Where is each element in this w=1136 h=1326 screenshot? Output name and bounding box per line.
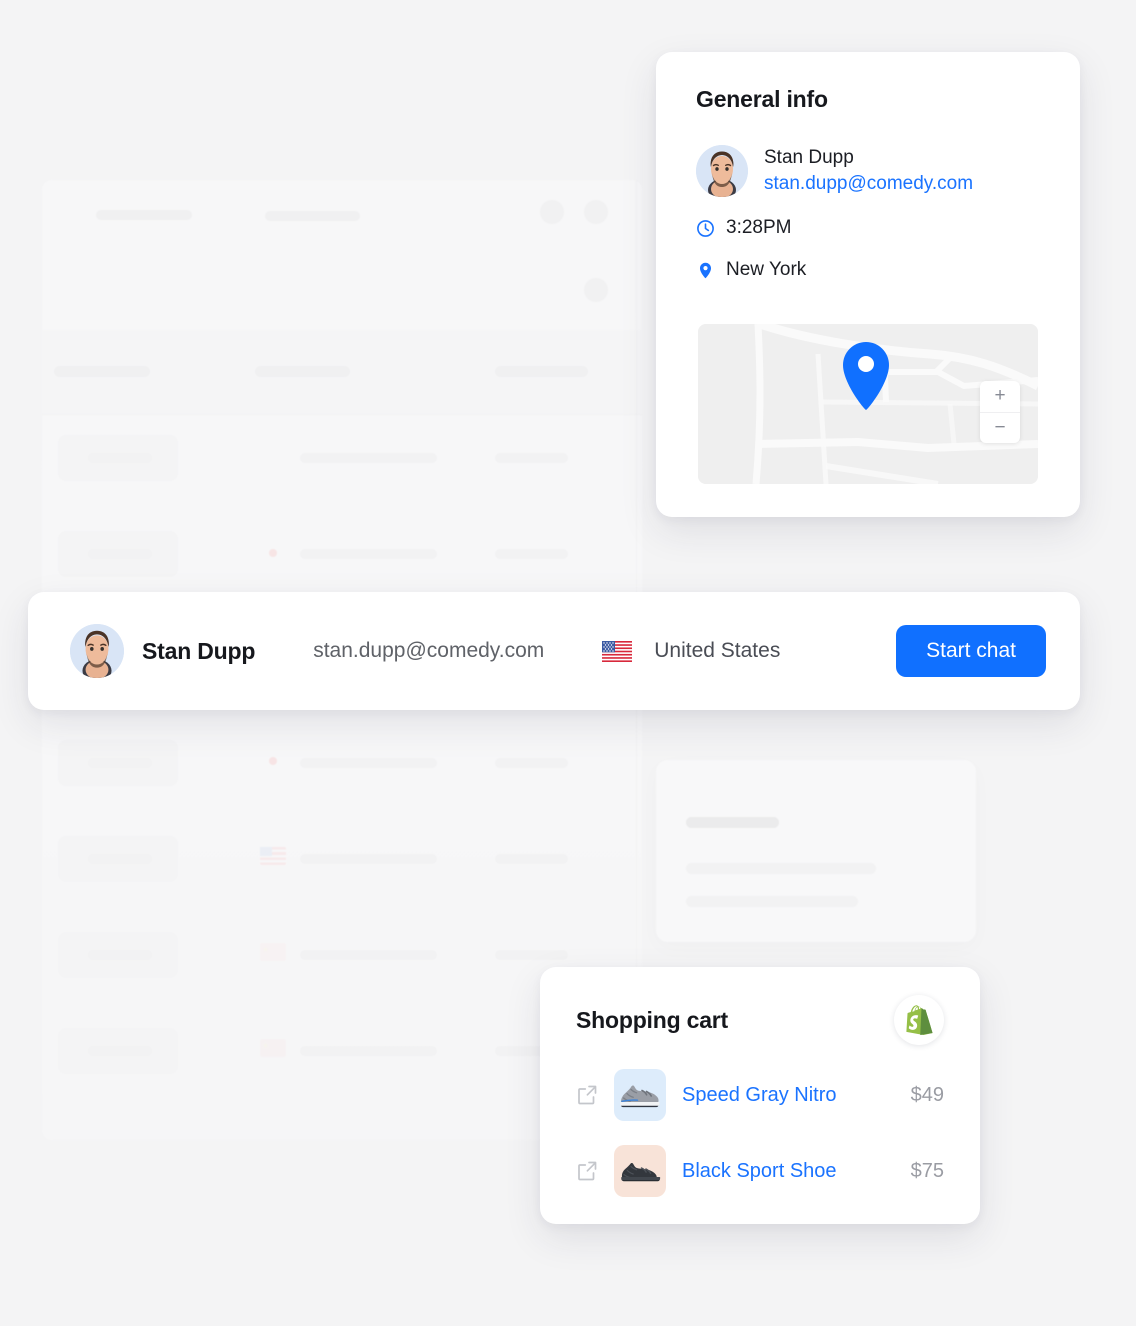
shopping-cart-header: Shopping cart [576, 995, 944, 1045]
product-name-link[interactable]: Black Sport Shoe [682, 1160, 837, 1183]
skeleton-chip [58, 531, 178, 577]
local-time-row: 3:28PM [696, 217, 1040, 239]
list-item[interactable]: Speed Gray Nitro $49 [576, 1069, 944, 1121]
shopping-cart-title: Shopping cart [576, 1006, 729, 1033]
skeleton-row-divider [42, 414, 642, 415]
skeleton-chip [58, 740, 178, 786]
skeleton-bar [300, 453, 437, 463]
flag-united-states-icon [260, 847, 286, 865]
skeleton-bar [265, 211, 360, 221]
skeleton-bar [300, 1046, 437, 1056]
skeleton-bar [686, 863, 876, 874]
flag-china-icon [260, 1037, 286, 1057]
local-time-value: 3:28PM [726, 217, 792, 238]
map-pin-marker [843, 342, 889, 410]
sneaker-gray-icon [614, 1069, 666, 1121]
user-name: Stan Dupp [142, 637, 256, 664]
shopify-logo-icon [894, 995, 944, 1045]
shopping-cart-card: Shopping cart Speed Gray Nitro $49 Black… [540, 967, 980, 1224]
skeleton-dot [584, 278, 608, 302]
skeleton-bar [686, 817, 779, 828]
skeleton-bar [300, 950, 437, 960]
user-email: stan.dupp@comedy.com [313, 639, 545, 662]
person-email-link[interactable]: stan.dupp@comedy.com [764, 171, 973, 197]
user-country: United States [654, 639, 781, 662]
product-price: $49 [910, 1083, 944, 1106]
page-title: General info [696, 86, 828, 112]
skeleton-bar [88, 950, 152, 960]
avatar [696, 145, 748, 197]
flag-japan-icon [260, 544, 286, 562]
person-name: Stan Dupp [764, 147, 854, 169]
skeleton-dot [584, 200, 608, 224]
map-zoom-in-button[interactable]: + [980, 381, 1020, 413]
skeleton-bar [88, 1046, 152, 1056]
flag-china-icon [260, 941, 286, 961]
map-pin-icon [696, 261, 715, 280]
skeleton-bar [88, 549, 152, 559]
start-chat-button[interactable]: Start chat [896, 625, 1046, 677]
skeleton-bar [495, 453, 568, 463]
skeleton-bar [255, 366, 350, 377]
skeleton-chip [58, 836, 178, 882]
skeleton-bar [88, 758, 152, 768]
skeleton-bar [300, 758, 437, 768]
skeleton-bar [300, 854, 437, 864]
map-zoom-controls[interactable]: + − [980, 381, 1020, 443]
skeleton-bar [495, 366, 588, 377]
skeleton-dot [540, 200, 564, 224]
flag-united-states-icon [602, 640, 633, 662]
screen: General info Stan Dupp stan.dupp@comedy. [0, 0, 1136, 1326]
skeleton-chip [58, 435, 178, 481]
person-summary: Stan Dupp stan.dupp@comedy.com [696, 145, 1040, 197]
skeleton-bar [88, 453, 152, 463]
skeleton-table-header [42, 330, 642, 414]
avatar [70, 624, 124, 678]
product-name-link[interactable]: Speed Gray Nitro [682, 1084, 837, 1107]
skeleton-chip [58, 1028, 178, 1074]
list-item[interactable]: Black Sport Shoe $75 [576, 1145, 944, 1197]
skeleton-bar [495, 950, 568, 960]
skeleton-bar [300, 549, 437, 559]
skeleton-detail-card [656, 760, 976, 942]
map-zoom-out-button[interactable]: − [980, 413, 1020, 444]
flag-japan-icon [260, 752, 286, 770]
user-summary-bar: Stan Dupp stan.dupp@comedy.com United St… [28, 592, 1080, 710]
external-link-icon[interactable] [576, 1084, 598, 1106]
general-info-card: General info Stan Dupp stan.dupp@comedy. [656, 52, 1080, 517]
clock-icon [696, 219, 715, 238]
skeleton-chip [58, 932, 178, 978]
external-link-icon[interactable] [576, 1160, 598, 1182]
location-value: New York [726, 259, 807, 280]
skeleton-bar [88, 854, 152, 864]
product-price: $75 [910, 1159, 944, 1182]
skeleton-bar [495, 758, 568, 768]
skeleton-bar [96, 210, 192, 220]
sneaker-black-icon [614, 1145, 666, 1197]
location-row: New York [696, 259, 1040, 281]
skeleton-bar [686, 896, 858, 907]
skeleton-bar [495, 854, 568, 864]
skeleton-bar [54, 366, 150, 377]
skeleton-bar [495, 549, 568, 559]
location-map[interactable]: + − [698, 324, 1038, 484]
